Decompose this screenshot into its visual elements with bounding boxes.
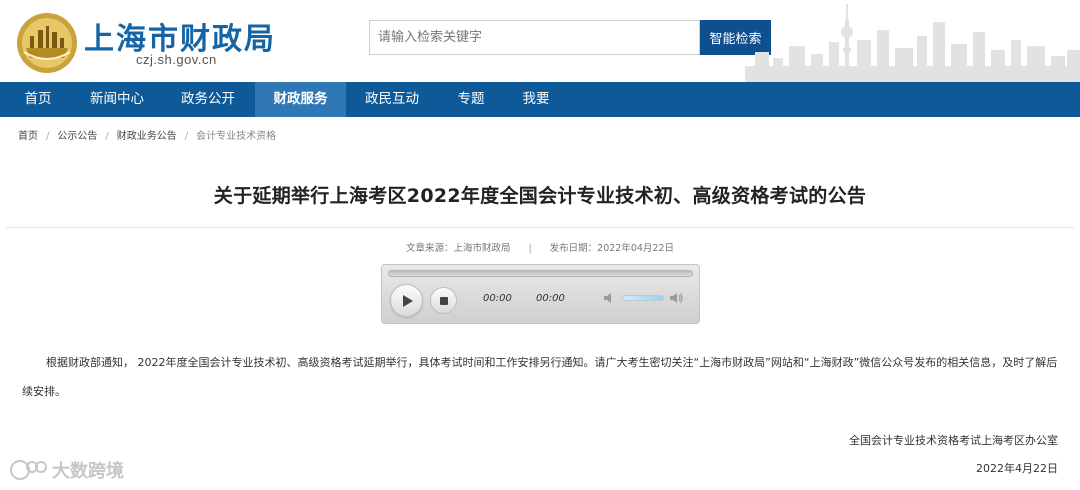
mute-icon[interactable] (603, 291, 617, 305)
nav-item-home[interactable]: 首页 (10, 82, 66, 117)
search-input[interactable] (370, 21, 699, 54)
breadcrumb-item-finance-announcements[interactable]: 财政业务公告 (117, 127, 177, 142)
svg-text:大数跨境: 大数跨境 (52, 460, 124, 482)
article-date: 发布日期：2022年04月22日 (549, 243, 675, 254)
site-header: 上海市财政局 czj.sh.gov.cn 智能检索 (0, 0, 1080, 82)
signature-office: 全国会计专业技术资格考试上海考区办公室 (849, 434, 1058, 447)
current-time: 00:00 (483, 293, 512, 304)
stop-button[interactable] (430, 287, 457, 314)
nav-item-finance-services[interactable]: 财政服务 (255, 82, 346, 117)
breadcrumb-item-home[interactable]: 首页 (18, 127, 38, 142)
audio-player: 00:00 00:00 (381, 264, 700, 324)
signature-date: 2022年4月22日 (976, 462, 1058, 475)
main-nav: 首页 新闻中心 政务公开 财政服务 政民互动 专题 我要 (0, 82, 1080, 117)
nav-item-topics[interactable]: 专题 (446, 82, 496, 117)
article-source: 文章来源：上海市财政局 (405, 243, 511, 254)
breadcrumb-separator: / (105, 131, 109, 142)
search-box (369, 20, 700, 55)
duration-time: 00:00 (536, 293, 565, 304)
volume-slider[interactable] (622, 295, 664, 301)
watermark-logo: 大数跨境 (10, 460, 124, 482)
shanghai-emblem-icon[interactable] (16, 12, 78, 74)
nav-item-gov-info[interactable]: 政务公开 (170, 82, 246, 117)
nav-item-i-want[interactable]: 我要 (512, 82, 560, 117)
breadcrumb: 首页 / 公示公告 / 财政业务公告 / 会计专业技术资格 (18, 127, 276, 142)
city-skyline-graphic (745, 4, 1080, 82)
breadcrumb-item-announcements[interactable]: 公示公告 (57, 127, 97, 142)
breadcrumb-separator: / (184, 131, 189, 142)
article-title: 关于延期举行上海考区2022年度全国会计专业技术初、高级资格考试的公告 (213, 185, 867, 207)
article-body: 根据财政部通知， 2022年度全国会计专业技术初、高级资格考试延期举行，具体考试… (22, 356, 1058, 398)
breadcrumb-item-current: 会计专业技术资格 (196, 131, 277, 142)
audio-progress-bar[interactable] (388, 270, 693, 277)
meta-separator: | (528, 243, 532, 254)
nav-item-news[interactable]: 新闻中心 (80, 82, 154, 117)
volume-max-icon[interactable] (669, 291, 683, 305)
nav-item-interaction[interactable]: 政民互动 (356, 82, 428, 117)
title-divider (6, 227, 1074, 228)
article-meta: 文章来源：上海市财政局 | 发布日期：2022年04月22日 (0, 240, 1080, 254)
breadcrumb-separator: / (46, 131, 50, 142)
site-domain: czj.sh.gov.cn (136, 52, 217, 67)
play-button[interactable] (390, 284, 423, 317)
